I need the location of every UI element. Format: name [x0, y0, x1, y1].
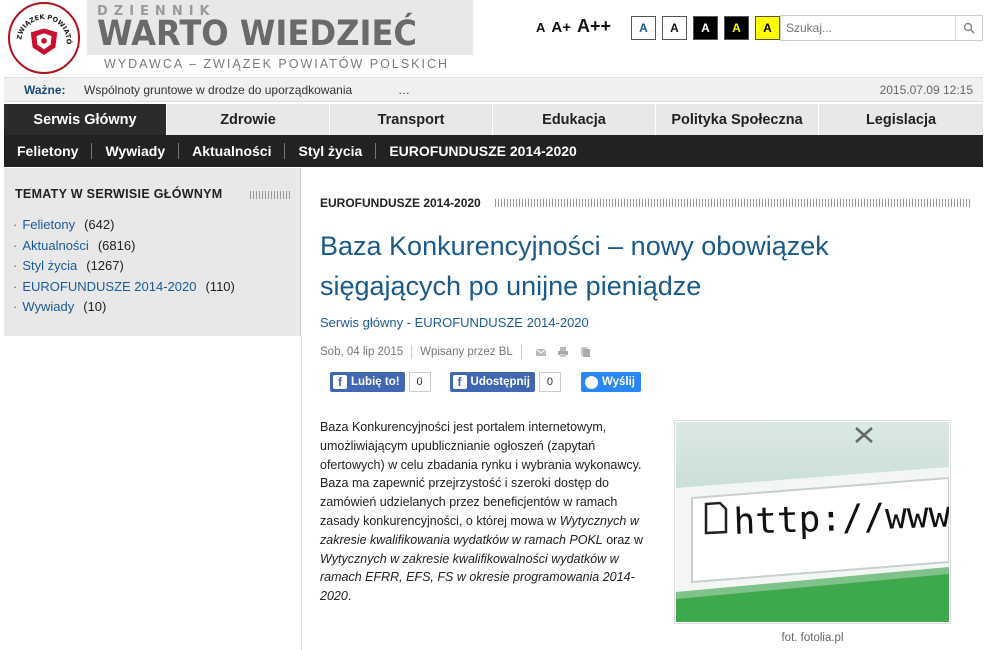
sidebar-item-link[interactable]: Styl życia	[22, 258, 77, 279]
logo-emblem-icon: ZWIĄZEK POWIATÓW POLSKICH	[10, 4, 74, 55]
sidebar-item-count: (6816)	[97, 237, 136, 253]
sidebar-item-link[interactable]: Aktualności	[22, 238, 88, 259]
contrast-default-button[interactable]: A	[631, 16, 656, 40]
column-divider	[301, 336, 302, 650]
subnav-wywiady[interactable]: Wywiady	[105, 143, 165, 159]
sidebar-item-link[interactable]: Wywiady	[22, 299, 74, 320]
font-size-normal-button[interactable]: A	[536, 20, 545, 35]
subnav-felietony[interactable]: Felietony	[17, 143, 78, 159]
article-photo[interactable]: http://www.	[674, 420, 951, 624]
browser-address-bar-image: http://www.	[676, 427, 949, 622]
print-icon[interactable]	[557, 346, 569, 358]
main-nav: Serwis Główny Zdrowie Transport Edukacja…	[4, 104, 983, 135]
sidebar-item-styl-zycia: · Styl życia (1267)	[13, 258, 235, 279]
contrast-by-button[interactable]: A	[724, 16, 749, 40]
search-icon	[963, 22, 975, 34]
facebook-share-button[interactable]: f Udostępnij	[449, 372, 535, 392]
font-size-controls: A A+ A++	[536, 16, 611, 37]
sidebar-item-count: (1267)	[86, 258, 124, 273]
nav-polityka-spoleczna[interactable]: Polityka Społeczna	[656, 104, 819, 135]
font-size-large-button[interactable]: A+	[551, 19, 571, 36]
logo[interactable]: ZWIĄZEK POWIATÓW POLSKICH	[8, 2, 80, 74]
search-input[interactable]	[781, 16, 955, 40]
sidebar-item-felietony: · Felietony (642)	[13, 217, 235, 238]
contrast-wb-button[interactable]: A	[693, 16, 718, 40]
sidebar-item-count: (110)	[205, 278, 235, 294]
photo-caption: fot. fotolia.pl	[781, 632, 844, 644]
sidebar-item-count: (10)	[83, 299, 107, 314]
breaking-more[interactable]: …	[398, 83, 410, 97]
facebook-like-button[interactable]: f Lubię to!	[330, 372, 405, 392]
subnav-styl-zycia[interactable]: Styl życia	[298, 143, 362, 159]
site-title[interactable]: DZIENNIK WARTO WIEDZIEĆ	[87, 0, 473, 55]
subnav-aktualnosci[interactable]: Aktualności	[192, 143, 271, 159]
contrast-controls: A A A A A	[631, 16, 780, 40]
contrast-yb-button[interactable]: A	[755, 16, 780, 40]
article-title: Baza Konkurencyjności – nowy obowiązek s…	[320, 231, 829, 301]
nav-zdrowie[interactable]: Zdrowie	[167, 104, 330, 135]
site-subtitle: WYDAWCA – ZWIĄZEK POWIATÓW POLSKICH	[104, 57, 450, 71]
search-button[interactable]	[955, 16, 982, 40]
category-decoration	[495, 199, 970, 207]
sidebar-item-aktualnosci: · Aktualności (6816)	[13, 238, 235, 259]
subnav-divider	[91, 143, 93, 159]
search-box	[780, 15, 983, 41]
sidebar-title-decoration	[250, 191, 292, 199]
sidebar-item-count: (642)	[84, 217, 115, 232]
messenger-send-button[interactable]: Wyślij	[580, 372, 641, 392]
nav-legislacja[interactable]: Legislacja	[819, 104, 983, 135]
subnav-divider	[375, 143, 377, 159]
current-date: 2015.07.09 12:15	[879, 83, 973, 97]
share-count: 0	[538, 372, 561, 392]
subnav-divider	[178, 143, 180, 159]
breaking-news-link[interactable]: Wspólnoty gruntowe w drodze do uporządko…	[84, 83, 352, 97]
article-category[interactable]: EUROFUNDUSZE 2014-2020	[320, 196, 481, 210]
nav-serwis-glowny[interactable]: Serwis Główny	[4, 104, 167, 135]
sidebar-topic-list: · Felietony (642) · Aktualności (6816) ·…	[13, 217, 235, 320]
font-size-xlarge-button[interactable]: A++	[577, 16, 611, 37]
social-buttons: f Lubię to! 0 f Udostępnij 0 Wyślij	[330, 372, 641, 392]
article-date: Sob, 04 lip 2015	[320, 346, 404, 358]
email-icon[interactable]	[535, 346, 547, 358]
facebook-icon: f	[452, 375, 467, 389]
sub-nav: Felietony Wywiady Aktualności Styl życia…	[4, 135, 983, 167]
sidebar-title: TEMATY W SERWISIE GŁÓWNYM	[15, 187, 223, 201]
messenger-icon	[584, 375, 598, 389]
breadcrumb[interactable]: Serwis główny - EUROFUNDUSZE 2014-2020	[320, 315, 589, 330]
sidebar: TEMATY W SERWISIE GŁÓWNYM · Felietony (6…	[4, 168, 301, 336]
contrast-bw-button[interactable]: A	[662, 16, 687, 40]
breaking-news-bar: Ważne: Wspólnoty gruntowe w drodze do up…	[4, 77, 983, 102]
sidebar-item-eurofundusze: · EUROFUNDUSZE 2014-2020 (110)	[13, 279, 235, 300]
sidebar-item-wywiady: · Wywiady (10)	[13, 299, 235, 320]
nav-transport[interactable]: Transport	[330, 104, 493, 135]
breaking-label: Ważne:	[24, 83, 66, 97]
sidebar-item-link[interactable]: EUROFUNDUSZE 2014-2020	[22, 279, 196, 300]
nav-edukacja[interactable]: Edukacja	[493, 104, 656, 135]
site-header: ZWIĄZEK POWIATÓW POLSKICH DZIENNIK WARTO…	[0, 0, 989, 78]
photo-url-text: http://www.	[733, 494, 949, 543]
facebook-icon: f	[333, 375, 347, 389]
article-author: Wpisany przez BL	[420, 346, 513, 358]
title-big: WARTO WIEDZIEĆ	[97, 14, 418, 54]
article-meta: Sob, 04 lip 2015 Wpisany przez BL	[320, 345, 596, 359]
pdf-icon[interactable]	[579, 346, 591, 358]
like-count: 0	[408, 372, 431, 392]
subnav-divider	[284, 143, 286, 159]
article-body: Baza Konkurencyjności jest portalem inte…	[320, 420, 644, 604]
subnav-eurofundusze[interactable]: EUROFUNDUSZE 2014-2020	[389, 143, 577, 159]
sidebar-item-link[interactable]: Felietony	[22, 217, 75, 238]
